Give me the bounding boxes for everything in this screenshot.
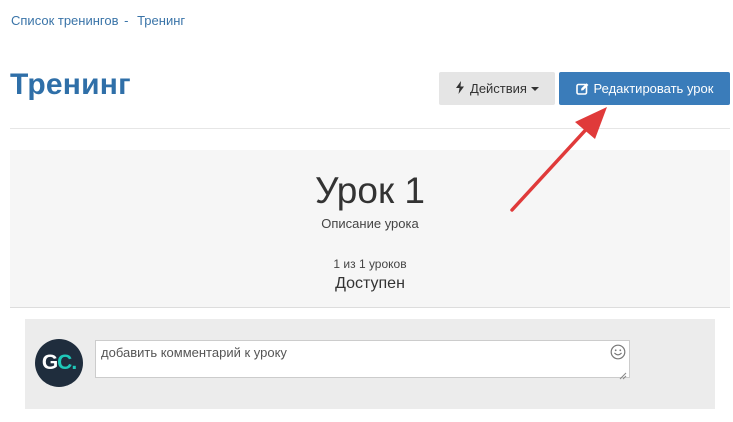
lesson-title: Урок 1 [314,170,426,211]
breadcrumb-link-training-list[interactable]: Список тренингов [11,13,119,28]
avatar-letter-g: G [41,351,58,374]
breadcrumb-link-training[interactable]: Тренинг [137,13,185,28]
avatar: GC. [35,339,83,387]
chevron-down-icon [530,86,539,91]
avatar-letter-c: C [57,351,72,374]
actions-dropdown-button[interactable]: Действия [439,72,555,105]
lesson-description: Описание урока [321,216,419,231]
lesson-progress: 1 из 1 уроков [333,257,407,271]
edit-lesson-label: Редактировать урок [593,81,714,96]
comment-input[interactable] [95,340,630,378]
header-divider [10,128,730,129]
edit-lesson-button[interactable]: Редактировать урок [559,72,730,105]
breadcrumb-separator: - [124,13,129,28]
lesson-panel: Урок 1 Описание урока 1 из 1 уроков Дост… [10,150,730,308]
pencil-square-icon [575,82,589,95]
textarea-resize-handle[interactable] [619,367,627,380]
page-title: Тренинг [10,68,131,101]
actions-label: Действия [470,81,527,96]
page: Список тренингов - Тренинг Тренинг Дейст… [0,0,733,422]
breadcrumb: Список тренингов - Тренинг [11,13,185,28]
smiley-face-icon[interactable] [610,344,626,360]
lesson-status: Доступен [335,275,405,292]
comment-panel: GC. [25,319,715,409]
lightning-bolt-icon [455,80,465,97]
avatar-dot: . [71,351,77,374]
